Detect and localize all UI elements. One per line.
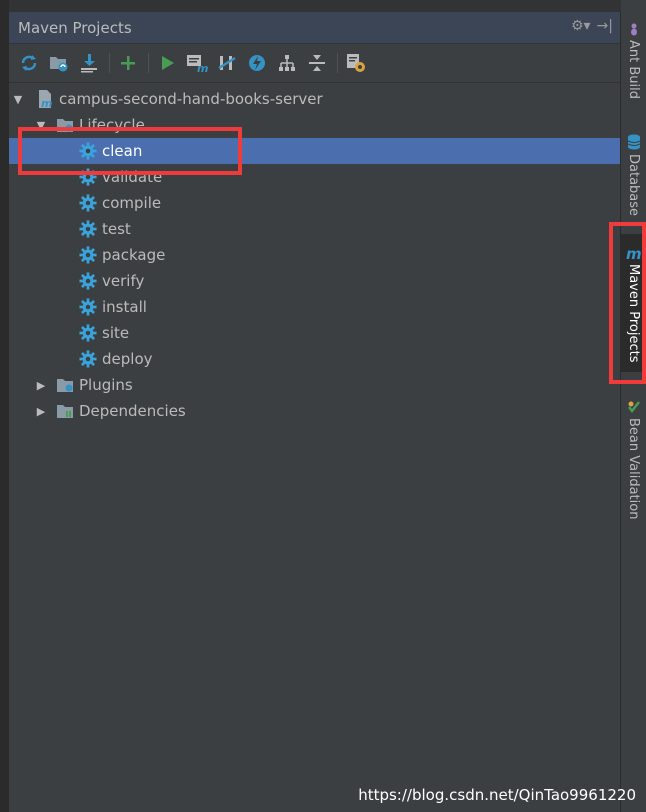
project-name: campus-second-hand-books-server xyxy=(59,90,323,108)
download-icon[interactable] xyxy=(77,51,101,75)
collapsed-arrow-icon[interactable]: ▶ xyxy=(35,405,47,418)
tree-node-goal-package[interactable]: package xyxy=(9,242,621,268)
plugins-folder-icon xyxy=(57,379,73,392)
panel-title: Maven Projects xyxy=(18,18,132,37)
tab-ant-build[interactable]: Ant Build xyxy=(621,22,646,99)
tab-bean-validation[interactable]: Bean Validation xyxy=(621,400,646,519)
tree-node-goal-test[interactable]: test xyxy=(9,216,621,242)
gear-icon xyxy=(79,194,97,212)
gear-icon xyxy=(79,324,97,342)
goal-label: install xyxy=(102,298,147,316)
generate-sources-icon[interactable] xyxy=(47,51,71,75)
goal-label: test xyxy=(102,220,131,238)
toolbar-separator xyxy=(109,53,110,73)
tree-node-goal-site[interactable]: site xyxy=(9,320,621,346)
panel-header: Maven Projects ⚙▾ →| xyxy=(9,12,621,44)
execute-goal-icon[interactable]: m xyxy=(185,51,209,75)
goal-label: package xyxy=(102,246,166,264)
goal-label: verify xyxy=(102,272,145,290)
goal-label: site xyxy=(102,324,130,342)
add-icon[interactable] xyxy=(116,51,140,75)
tree-node-dependencies[interactable]: ▶ Dependencies xyxy=(9,398,621,424)
skip-tests-icon[interactable] xyxy=(245,51,269,75)
show-dependencies-icon[interactable] xyxy=(275,51,299,75)
tree-node-plugins[interactable]: ▶ Plugins xyxy=(9,372,621,398)
highlight-box-maven-tab xyxy=(609,222,646,384)
toolbar-separator xyxy=(337,53,338,73)
goal-label: compile xyxy=(102,194,162,212)
hide-panel-icon[interactable]: →| xyxy=(597,18,613,34)
reimport-icon[interactable] xyxy=(17,51,41,75)
tree-node-goal-verify[interactable]: verify xyxy=(9,268,621,294)
watermark: https://blog.csdn.net/QinTao9961220 xyxy=(358,786,636,804)
toolbar-separator xyxy=(148,53,149,73)
dependencies-folder-icon xyxy=(57,405,73,418)
gear-icon xyxy=(79,272,97,290)
tree-node-goal-deploy[interactable]: deploy xyxy=(9,346,621,372)
gear-icon xyxy=(79,220,97,238)
expanded-arrow-icon[interactable]: ▼ xyxy=(12,93,24,106)
toggle-offline-icon[interactable] xyxy=(215,51,239,75)
tree-node-project[interactable]: ▼ m campus-second-hand-books-server xyxy=(9,86,621,112)
highlight-box-clean xyxy=(18,127,242,175)
right-tool-window-bar: Ant Build Database m Maven Projects Bean… xyxy=(620,12,646,812)
tab-label: Bean Validation xyxy=(626,418,641,520)
gear-icon xyxy=(79,298,97,316)
bean-validation-icon xyxy=(627,401,640,414)
run-icon[interactable] xyxy=(155,51,179,75)
maven-project-icon: m xyxy=(39,90,52,109)
tab-label: Ant Build xyxy=(626,40,641,99)
ant-icon xyxy=(630,23,637,36)
tab-database[interactable]: Database xyxy=(621,134,646,216)
plugins-label: Plugins xyxy=(79,376,133,394)
header-actions: ⚙▾ →| xyxy=(571,18,613,34)
maven-toolbar: m xyxy=(9,44,621,83)
database-icon xyxy=(627,134,640,150)
collapsed-arrow-icon[interactable]: ▶ xyxy=(35,379,47,392)
collapse-all-icon[interactable] xyxy=(305,51,329,75)
settings-menu-icon[interactable]: ⚙▾ xyxy=(571,18,591,34)
gear-icon xyxy=(79,246,97,264)
gear-icon xyxy=(79,350,97,368)
tree-node-goal-compile[interactable]: compile xyxy=(9,190,621,216)
maven-settings-icon[interactable] xyxy=(344,51,368,75)
svg-text:m: m xyxy=(41,97,52,109)
goal-label: deploy xyxy=(102,350,153,368)
top-strip xyxy=(9,0,621,12)
svg-text:m: m xyxy=(197,62,208,73)
tree-node-goal-install[interactable]: install xyxy=(9,294,621,320)
dependencies-label: Dependencies xyxy=(79,402,186,420)
tab-label: Database xyxy=(626,154,641,217)
